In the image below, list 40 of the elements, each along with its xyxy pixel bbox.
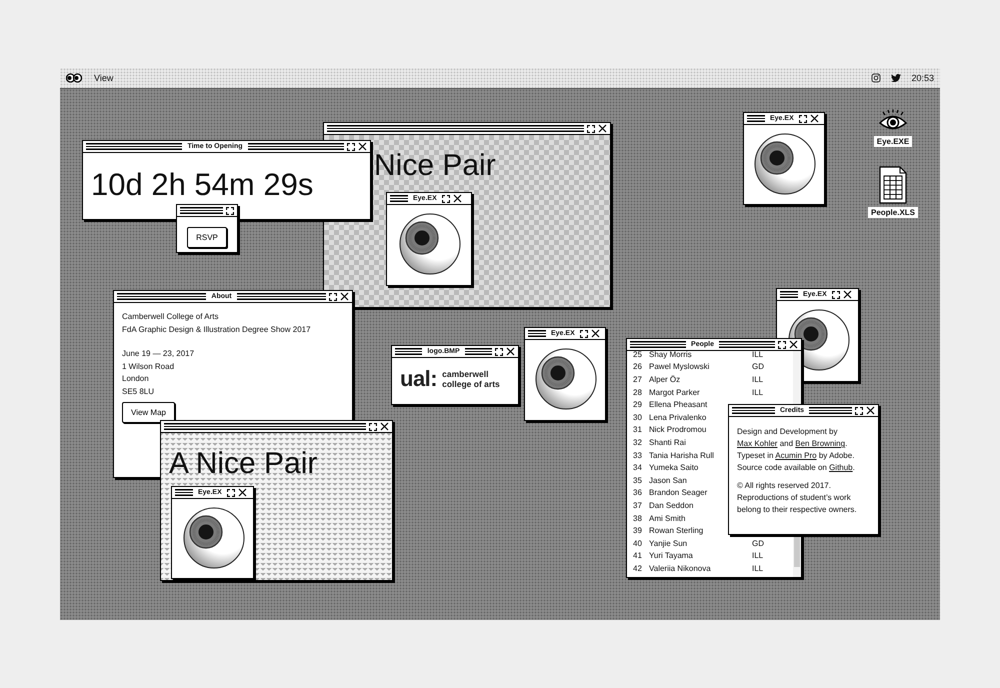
row-number: 33 [633,450,642,460]
about-line: FdA Graphic Design & Illustration Degree Show 2017 [122,324,312,336]
countdown-text: 10d 2h 54m 29s [91,167,314,203]
logo-text: camberwell [442,369,490,379]
row-number: 40 [633,538,642,548]
group-code: ILL [752,351,764,359]
about-line: Camberwell College of Arts [122,311,220,323]
row-number: 26 [633,362,642,372]
group-code: GD [752,538,764,548]
row-number: 25 [633,351,642,359]
row-number: 29 [633,400,642,410]
about-line: London [122,373,150,385]
clock: 20:53 [911,73,934,83]
credits-text: © All rights reserved 2017. Reproductions of student’s work belong to their respective owners. [737,480,858,516]
logo-text: college of arts [442,379,500,389]
row-number: 27 [633,374,642,384]
about-line: 1 Wilson Road [122,360,176,372]
group-code: ILL [752,564,764,573]
row-number: 42 [633,564,642,573]
logo-mark: ual: [400,366,438,392]
row-number: 41 [633,551,642,560]
row-number: 31 [633,425,642,434]
row-number: 34 [633,463,642,472]
group-code: GD [752,362,764,372]
heading: Nice Pair [374,149,496,183]
heading: A Nice Pair [169,447,318,481]
row-number: 28 [633,388,642,397]
group-code: ILL [752,374,764,384]
credits-text: Design and Development by Max Kohler and Ben Browning. Typeset in Acumin Pro by Adobe. Source code available on Github. [737,426,856,474]
row-number: 35 [633,476,642,485]
row-number: 38 [633,514,642,523]
row-number: 32 [633,438,642,447]
about-line: June 19 — 23, 2017 [122,348,196,360]
row-number: 37 [633,500,642,510]
group-code: ILL [752,388,764,397]
about-line: SE5 8LU [122,386,156,398]
row-number: 39 [633,526,642,536]
row-number: 30 [633,412,642,422]
group-code: ILL [752,551,764,560]
row-number: 36 [633,488,642,498]
